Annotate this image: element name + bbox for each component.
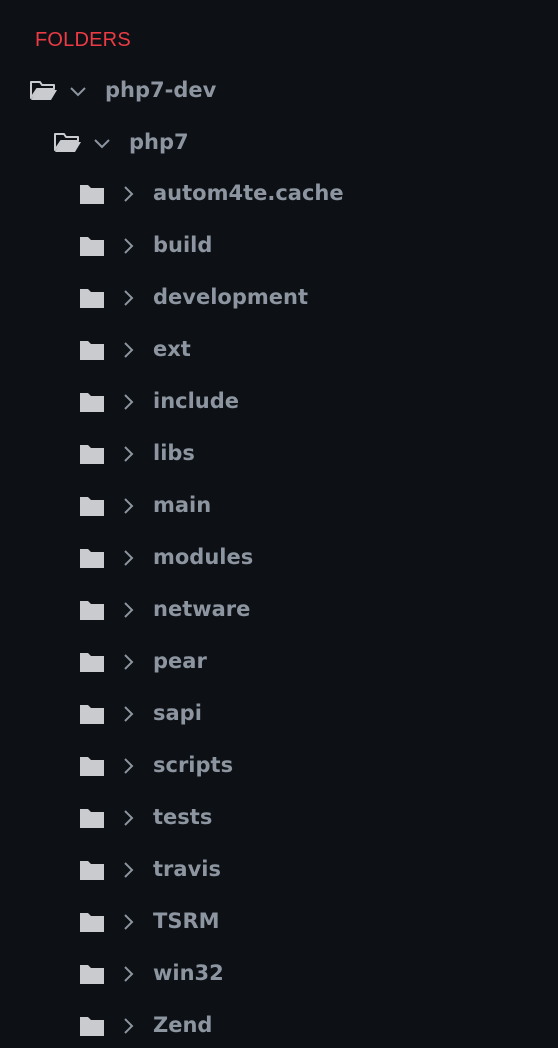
tree-item-label: ext	[153, 337, 191, 361]
chevron-down-icon[interactable]	[68, 79, 88, 103]
folder-icon	[78, 390, 106, 414]
folder-sidebar: FOLDERS php7-dev php7 autom4te.cache bui…	[0, 0, 558, 1048]
folder-icon	[78, 286, 106, 310]
tree-item-php7[interactable]: php7	[0, 117, 558, 169]
tree-item-label: win32	[153, 961, 224, 985]
tree-item-label: TSRM	[153, 909, 220, 933]
folder-open-icon	[54, 131, 82, 155]
tree-item-label: development	[153, 285, 308, 309]
tree-item-include[interactable]: include	[0, 376, 558, 428]
folder-icon	[78, 182, 106, 206]
tree-item-scripts[interactable]: scripts	[0, 740, 558, 792]
chevron-right-icon[interactable]	[118, 338, 138, 362]
folder-icon	[78, 858, 106, 882]
folder-icon	[78, 598, 106, 622]
tree-item-label: Zend	[153, 1013, 213, 1037]
tree-item-label: build	[153, 233, 213, 257]
chevron-right-icon[interactable]	[118, 754, 138, 778]
folder-icon	[78, 962, 106, 986]
folder-icon	[78, 338, 106, 362]
chevron-right-icon[interactable]	[118, 858, 138, 882]
chevron-right-icon[interactable]	[118, 702, 138, 726]
tree-item-build[interactable]: build	[0, 220, 558, 272]
chevron-right-icon[interactable]	[118, 1014, 138, 1038]
tree-item-win32[interactable]: win32	[0, 948, 558, 1000]
tree-item-label: autom4te.cache	[153, 181, 344, 205]
tree-item-autom4te-cache[interactable]: autom4te.cache	[0, 168, 558, 220]
tree-item-label: libs	[153, 441, 195, 465]
chevron-right-icon[interactable]	[118, 494, 138, 518]
folder-icon	[78, 442, 106, 466]
tree-item-label: netware	[153, 597, 251, 621]
tree-item-label: modules	[153, 545, 254, 569]
chevron-right-icon[interactable]	[118, 910, 138, 934]
chevron-right-icon[interactable]	[118, 598, 138, 622]
chevron-right-icon[interactable]	[118, 442, 138, 466]
folder-icon	[78, 702, 106, 726]
chevron-right-icon[interactable]	[118, 234, 138, 258]
tree-item-modules[interactable]: modules	[0, 532, 558, 584]
chevron-right-icon[interactable]	[118, 390, 138, 414]
tree-item-label: sapi	[153, 701, 202, 725]
chevron-right-icon[interactable]	[118, 650, 138, 674]
tree-item-zend[interactable]: Zend	[0, 1000, 558, 1048]
tree-item-development[interactable]: development	[0, 272, 558, 324]
tree-item-label: php7	[129, 130, 189, 154]
tree-item-ext[interactable]: ext	[0, 324, 558, 376]
folder-icon	[78, 754, 106, 778]
chevron-right-icon[interactable]	[118, 806, 138, 830]
folder-icon	[78, 234, 106, 258]
tree-item-label: scripts	[153, 753, 234, 777]
tree-item-label: pear	[153, 649, 207, 673]
tree-item-label: include	[153, 389, 240, 413]
tree-item-label: main	[153, 493, 212, 517]
tree-item-label: tests	[153, 805, 213, 829]
tree-item-libs[interactable]: libs	[0, 428, 558, 480]
chevron-right-icon[interactable]	[118, 286, 138, 310]
tree-item-netware[interactable]: netware	[0, 584, 558, 636]
folder-open-icon	[30, 79, 58, 103]
folders-header: FOLDERS	[35, 29, 131, 51]
tree-item-main[interactable]: main	[0, 480, 558, 532]
chevron-right-icon[interactable]	[118, 182, 138, 206]
tree-item-pear[interactable]: pear	[0, 636, 558, 688]
tree-item-travis[interactable]: travis	[0, 844, 558, 896]
tree-item-php7-dev[interactable]: php7-dev	[0, 65, 558, 117]
tree-item-tests[interactable]: tests	[0, 792, 558, 844]
folder-icon	[78, 1014, 106, 1038]
chevron-right-icon[interactable]	[118, 962, 138, 986]
chevron-right-icon[interactable]	[118, 546, 138, 570]
folder-icon	[78, 546, 106, 570]
folder-icon	[78, 494, 106, 518]
folder-icon	[78, 650, 106, 674]
chevron-down-icon[interactable]	[92, 131, 112, 155]
tree-item-label: php7-dev	[105, 78, 217, 102]
folder-icon	[78, 806, 106, 830]
tree-item-label: travis	[153, 857, 221, 881]
tree-item-sapi[interactable]: sapi	[0, 688, 558, 740]
tree-item-tsrm[interactable]: TSRM	[0, 896, 558, 948]
folder-icon	[78, 910, 106, 934]
